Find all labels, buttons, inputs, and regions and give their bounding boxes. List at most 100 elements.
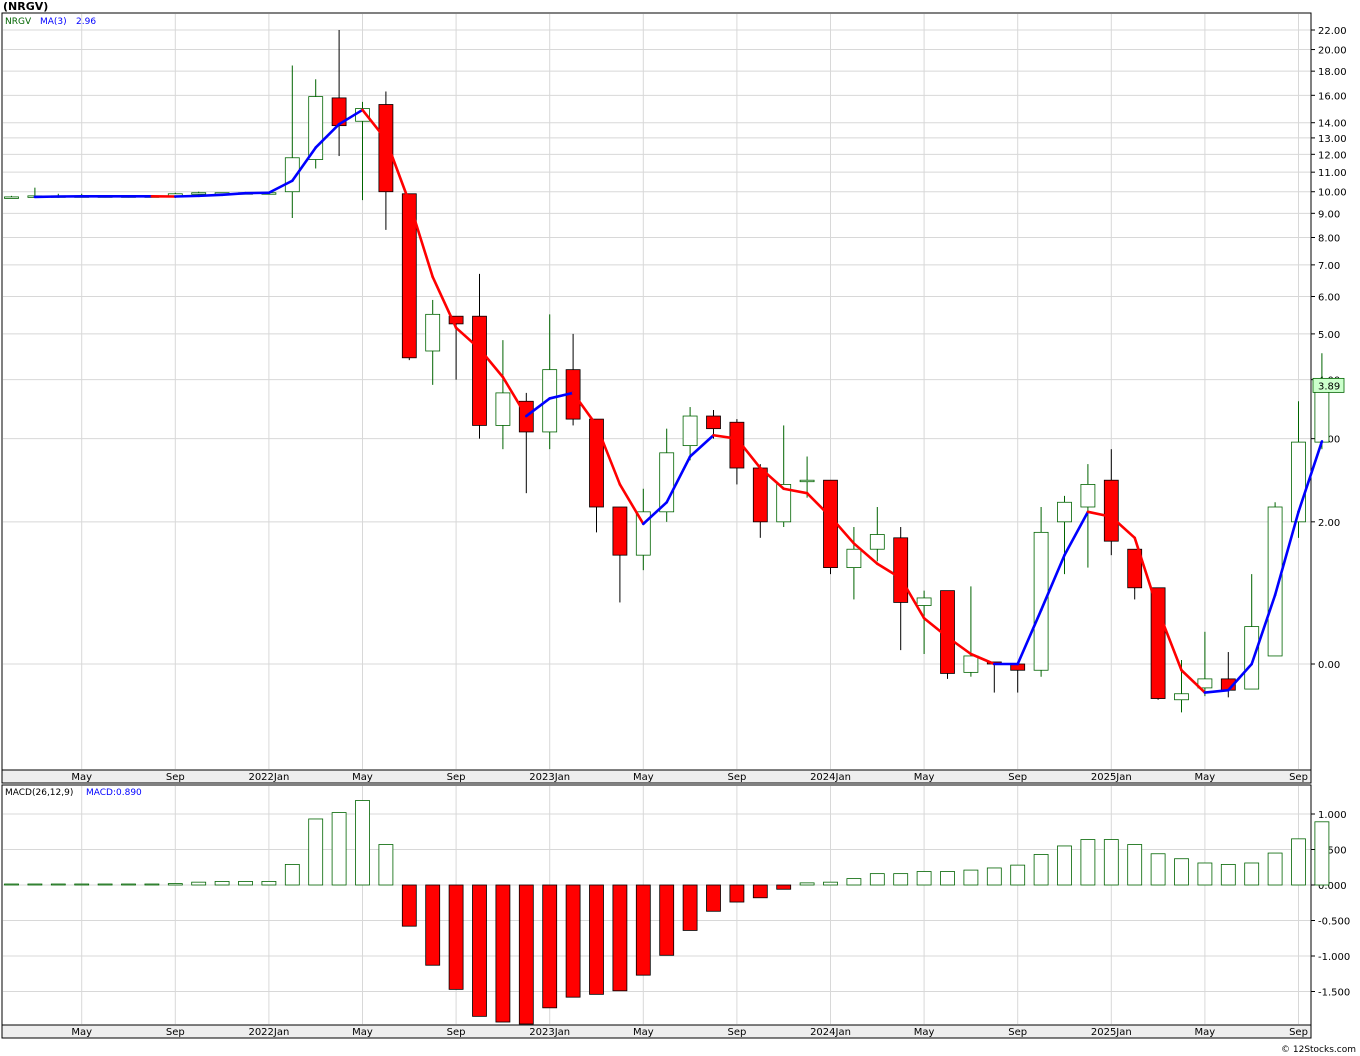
candle-body [308,96,324,160]
ma-segment [220,191,247,197]
price-y-tick-label: 20.00 [1318,46,1347,57]
legend-ma-label: MA(3) [40,17,67,27]
x-tick-label: 2023Jan [529,772,570,783]
price-y-tick-label: 6.00 [1318,292,1340,303]
macd-bar [916,871,932,886]
candle-body [682,415,698,447]
candle-body [1057,501,1072,523]
x-tick-label: May [352,772,373,783]
macd-legend-value: MACD:0.890 [86,788,142,798]
price-y-tick-label: 13.00 [1318,134,1347,145]
x-tick-label: May [1195,772,1216,783]
candle-body [846,548,862,568]
macd-bar [472,884,487,1017]
chart-title: (NRGV) [3,0,48,13]
macd-bar [4,883,19,886]
x-tick-label: May [914,1027,935,1038]
candle-body [1150,587,1166,699]
macd-bar [1080,839,1096,886]
macd-bar [1267,852,1283,886]
candle-body [916,597,932,606]
macd-y-tick-label: 1.000 [1318,810,1347,821]
x-tick-label: 2023Jan [529,1027,570,1038]
macd-bar [74,883,90,886]
x-tick-label: Sep [166,1027,185,1038]
macd-bar [191,881,207,886]
macd-bar [1057,845,1072,886]
candle-body [1244,626,1260,690]
macd-bar [261,881,277,886]
price-legend: NRGV MA(3) 2.96 [5,17,96,27]
x-tick-label: 2022Jan [248,1027,289,1038]
macd-bar [799,882,815,886]
ma-segment [197,193,224,198]
macd-y-tick-label: -1.000 [1318,952,1350,963]
price-y-tick-label: 9.00 [1318,209,1340,220]
macd-bar [729,884,745,903]
macd-bar [659,884,675,956]
macd-bar [1291,838,1306,886]
candle-body [869,534,885,550]
price-y-tick-label: 7.00 [1318,261,1340,272]
macd-bar [706,884,721,912]
x-tick-label: 2024Jan [810,1027,851,1038]
legend-symbol: NRGV [5,17,32,27]
price-y-tick-label: 8.00 [1318,233,1340,244]
price-y-tick-label: 22.00 [1318,26,1347,37]
macd-bar [940,871,955,886]
macd-bar [214,881,230,886]
x-tick-label: Sep [447,772,466,783]
macd-bar [1174,858,1189,886]
macd-bar [893,873,909,886]
macd-bar [635,884,651,976]
macd-bar [355,800,370,886]
macd-bar [823,881,838,886]
x-tick-label: May [71,772,92,783]
macd-bar [589,884,604,995]
macd-bar [986,867,1002,886]
macd-bar [167,883,183,886]
ma-segment [174,194,200,198]
candle-body [1174,693,1189,701]
candle-body [378,104,394,193]
x-tick-label: 2024Jan [810,772,851,783]
x-tick-label: Sep [727,1027,746,1038]
candle-body [472,315,487,426]
x-tick-label: Sep [1289,772,1308,783]
macd-bar [1010,864,1026,886]
macd-bar [1197,862,1213,886]
legend-ma-value: 2.96 [76,17,96,27]
macd-bar [1244,862,1260,886]
macd-bar [495,884,511,1023]
price-y-tick-label: 12.00 [1318,150,1347,161]
macd-bar [846,878,862,886]
macd-bar [1150,853,1166,886]
watermark: © 12Stocks.com [1281,1045,1356,1055]
price-y-tick-label: 16.00 [1318,91,1347,102]
macd-bar [682,884,698,931]
candle-body [1080,484,1096,508]
last-price-tag: 3.89 [1312,377,1345,393]
macd-y-tick-label: -1.500 [1318,988,1350,999]
price-y-tick-label: 2.00 [1318,518,1340,529]
price-y-tick-label: 0.00 [1318,660,1340,671]
candle-body [893,537,909,603]
candle-body [425,313,441,352]
macd-bar [401,884,417,927]
macd-bar [331,812,347,886]
macd-bar [238,881,253,886]
macd-bar [518,884,534,1025]
macd-bar [869,873,885,886]
x-tick-label: May [633,772,654,783]
x-tick-label: May [633,1027,654,1038]
chart-background [0,0,1360,1056]
x-tick-label: Sep [447,1027,466,1038]
macd-legend-params: MACD(26,12,9) [5,788,73,798]
candle-body [191,192,207,195]
candle-body [1314,384,1330,443]
candle-body [799,479,815,483]
macd-bar [97,883,113,886]
macd-bar [1314,821,1330,886]
price-y-tick-label: 18.00 [1318,67,1347,78]
price-y-tick-label: 14.00 [1318,119,1347,130]
